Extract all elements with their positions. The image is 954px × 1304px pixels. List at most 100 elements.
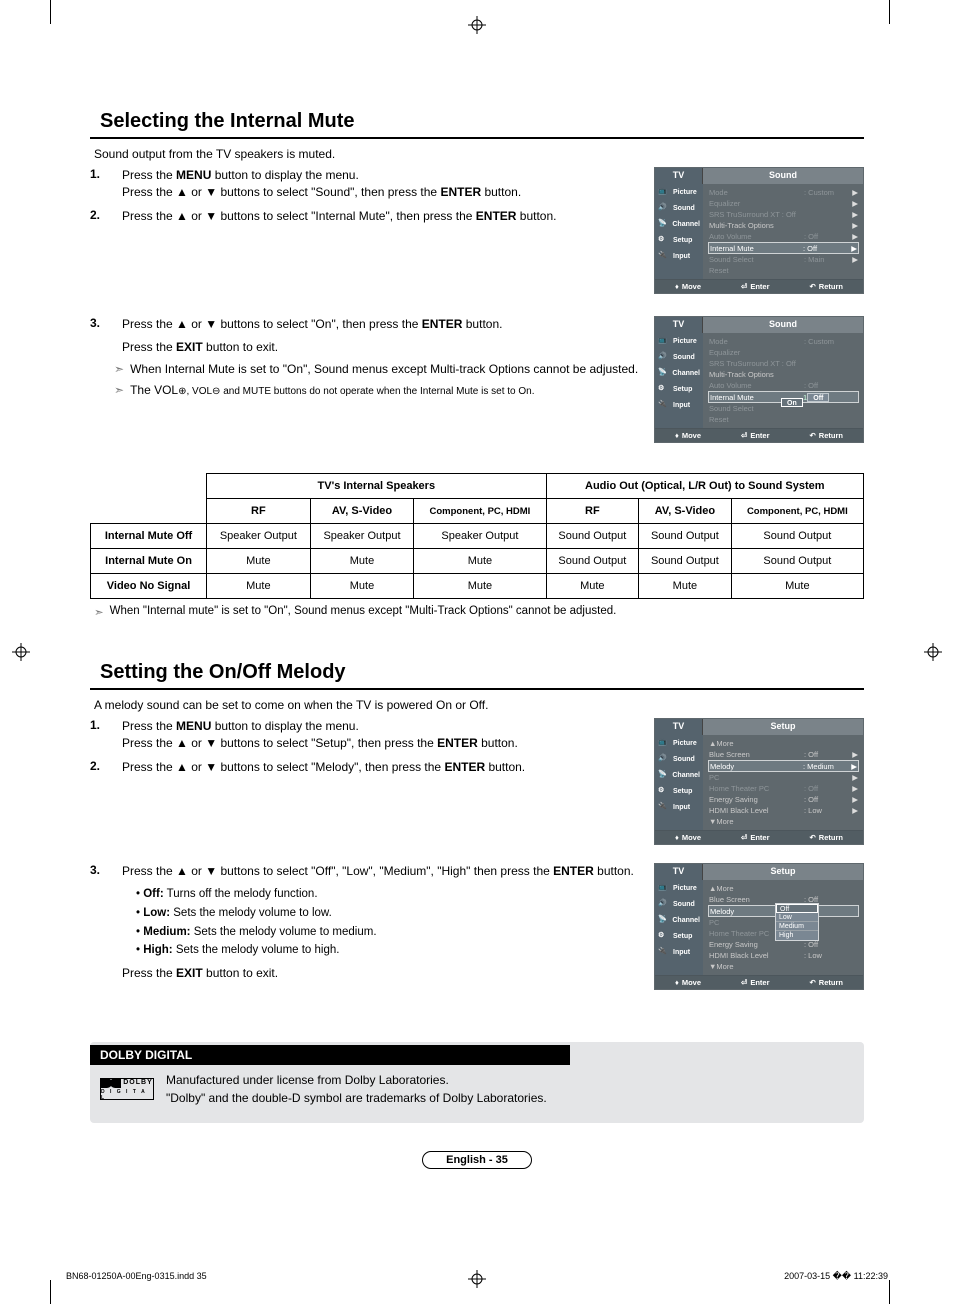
step-number: 2. xyxy=(90,208,110,225)
osd-tab-channel: 📡Channel xyxy=(655,216,703,232)
table-row-header: Internal Mute On xyxy=(91,549,207,574)
osd-tab-input: 🔌Input xyxy=(655,944,703,960)
section-title-melody: Setting the On/Off Melody xyxy=(90,661,864,690)
dolby-logo-icon: DOLBY D I G I T A L xyxy=(100,1078,154,1100)
table-cell: Sound Output xyxy=(639,549,732,574)
note-line: ➣ When Internal Mute is set to "On", Sou… xyxy=(114,361,640,378)
table-header: Component, PC, HDMI xyxy=(414,499,546,524)
osd-menu-row: Equalizer▶ xyxy=(709,198,858,209)
registration-mark-icon xyxy=(468,16,486,34)
osd-tab-channel: 📡Channel xyxy=(655,767,703,783)
table-cell: Speaker Output xyxy=(310,524,414,549)
osd-screenshot-setup-dropdown: TV Setup 📺Picture 🔊Sound 📡Channel ⚙Setup… xyxy=(654,863,864,990)
osd-tab-setup: ⚙Setup xyxy=(655,381,703,397)
table-note: ➣ When "Internal mute" is set to "On", S… xyxy=(94,605,864,619)
table-cell: Speaker Output xyxy=(414,524,546,549)
table-row: Internal Mute OnMuteMuteMuteSound Output… xyxy=(91,549,864,574)
osd-tab-picture: 📺Picture xyxy=(655,880,703,896)
osd-tab-setup: ⚙Setup xyxy=(655,783,703,799)
osd-tab-sound: 🔊Sound xyxy=(655,349,703,365)
table-cell: Sound Output xyxy=(731,524,863,549)
page-number-pill: English - 35 xyxy=(422,1151,532,1169)
osd-menu-row: HDMI Black Level: Low xyxy=(709,950,858,961)
osd-tab-picture: 📺Picture xyxy=(655,333,703,349)
osd-menu-row: Melody: Medium▶ xyxy=(708,760,859,772)
osd-tab-sound: 🔊Sound xyxy=(655,896,703,912)
osd-screenshot-sound: TV Sound 📺Picture 🔊Sound 📡Channel ⚙Setup… xyxy=(654,167,864,294)
osd-menu-row: ▼More xyxy=(709,816,858,827)
osd-menu-row: Sound Select: Main▶ xyxy=(709,254,858,265)
table-cell: Mute xyxy=(639,574,732,599)
step-text: Press the MENU button to display the men… xyxy=(122,718,640,753)
table-header: Component, PC, HDMI xyxy=(731,499,863,524)
step-text: Press the ▲ or ▼ buttons to select "Melo… xyxy=(122,759,640,776)
melody-option-line: • Low: Sets the melody volume to low. xyxy=(136,905,640,922)
osd-dropdown-item: Medium xyxy=(776,922,818,931)
osd-menu-row: Mode: Custom▶ xyxy=(709,187,858,198)
melody-option-line: • Off: Turns off the melody function. xyxy=(136,886,640,903)
arrow-icon: ➣ xyxy=(114,382,124,399)
step-text: Press the ▲ or ▼ buttons to select "Off"… xyxy=(122,863,640,982)
step-text: Press the MENU button to display the men… xyxy=(122,167,640,202)
osd-menu-row: ▲More xyxy=(709,883,858,894)
osd-option-on: On xyxy=(781,398,803,407)
osd-dropdown-item: Low xyxy=(776,913,818,922)
osd-menu-row: Multi-Track Options xyxy=(709,369,858,380)
table-cell: Mute xyxy=(414,574,546,599)
osd-tab-sound: 🔊Sound xyxy=(655,200,703,216)
table-cell: Sound Output xyxy=(546,524,639,549)
step-number: 2. xyxy=(90,759,110,776)
table-cell: Mute xyxy=(414,549,546,574)
osd-tab-setup: ⚙Setup xyxy=(655,232,703,248)
osd-menu-row: Energy Saving: Off▶ xyxy=(709,794,858,805)
osd-screenshot-setup: TV Setup 📺Picture 🔊Sound 📡Channel ⚙Setup… xyxy=(654,718,864,845)
table-cell: Mute xyxy=(207,574,311,599)
osd-menu-row: HDMI Black Level: Low▶ xyxy=(709,805,858,816)
osd-menu-row: Auto Volume: Off xyxy=(709,380,858,391)
table-header: AV, S-Video xyxy=(639,499,732,524)
table-cell: Mute xyxy=(310,574,414,599)
osd-tv-label: TV xyxy=(655,317,703,333)
intro-text: Sound output from the TV speakers is mut… xyxy=(94,147,864,161)
osd-title: Setup xyxy=(703,719,863,735)
osd-menu-row: Mode: Custom xyxy=(709,336,858,347)
intro-text: A melody sound can be set to come on whe… xyxy=(94,698,864,712)
step-text: Press the ▲ or ▼ buttons to select "On",… xyxy=(122,316,640,357)
speaker-output-table: TV's Internal Speakers Audio Out (Optica… xyxy=(90,473,864,599)
dolby-tab-label: DOLBY DIGITAL xyxy=(90,1045,570,1065)
arrow-icon: ➣ xyxy=(94,605,104,619)
osd-tab-setup: ⚙Setup xyxy=(655,928,703,944)
osd-dropdown-item: High xyxy=(776,931,818,940)
osd-tv-label: TV xyxy=(655,719,703,735)
osd-dropdown-item: Off xyxy=(776,904,818,913)
osd-tab-channel: 📡Channel xyxy=(655,365,703,381)
table-header: AV, S-Video xyxy=(310,499,414,524)
registration-mark-icon xyxy=(924,643,942,661)
osd-menu-row: Home Theater PC: Off▶ xyxy=(709,783,858,794)
osd-menu-row: SRS TruSurround XT : Off▶ xyxy=(709,209,858,220)
step-number: 3. xyxy=(90,863,110,982)
osd-footer: ♦Move ⏎Enter ↶Return xyxy=(655,830,863,844)
osd-tab-input: 🔌Input xyxy=(655,397,703,413)
osd-title: Sound xyxy=(703,168,863,184)
table-cell: Mute xyxy=(207,549,311,574)
note-line: ➣ The VOL⊕, VOL⊖ and MUTE buttons do not… xyxy=(114,382,640,399)
table-cell: Mute xyxy=(546,574,639,599)
section-title-internal-mute: Selecting the Internal Mute xyxy=(90,110,864,139)
registration-mark-icon xyxy=(12,643,30,661)
table-header: RF xyxy=(546,499,639,524)
osd-menu-row: Auto Volume: Off▶ xyxy=(709,231,858,242)
osd-menu-row: ▲More xyxy=(709,738,858,749)
osd-menu-row: Reset xyxy=(709,414,858,425)
osd-menu-row: Reset xyxy=(709,265,858,276)
osd-footer: ♦Move ⏎Enter ↶Return xyxy=(655,279,863,293)
table-row: Internal Mute OffSpeaker OutputSpeaker O… xyxy=(91,524,864,549)
melody-option-line: • Medium: Sets the melody volume to medi… xyxy=(136,924,640,941)
osd-footer: ♦Move ⏎Enter ↶Return xyxy=(655,975,863,989)
osd-tv-label: TV xyxy=(655,168,703,184)
osd-tv-label: TV xyxy=(655,864,703,880)
step-text: Press the ▲ or ▼ buttons to select "Inte… xyxy=(122,208,640,225)
osd-menu-row: Blue Screen: Off▶ xyxy=(709,749,858,760)
osd-dropdown: OffLowMediumHigh xyxy=(775,903,819,941)
arrow-icon: ➣ xyxy=(114,361,124,378)
